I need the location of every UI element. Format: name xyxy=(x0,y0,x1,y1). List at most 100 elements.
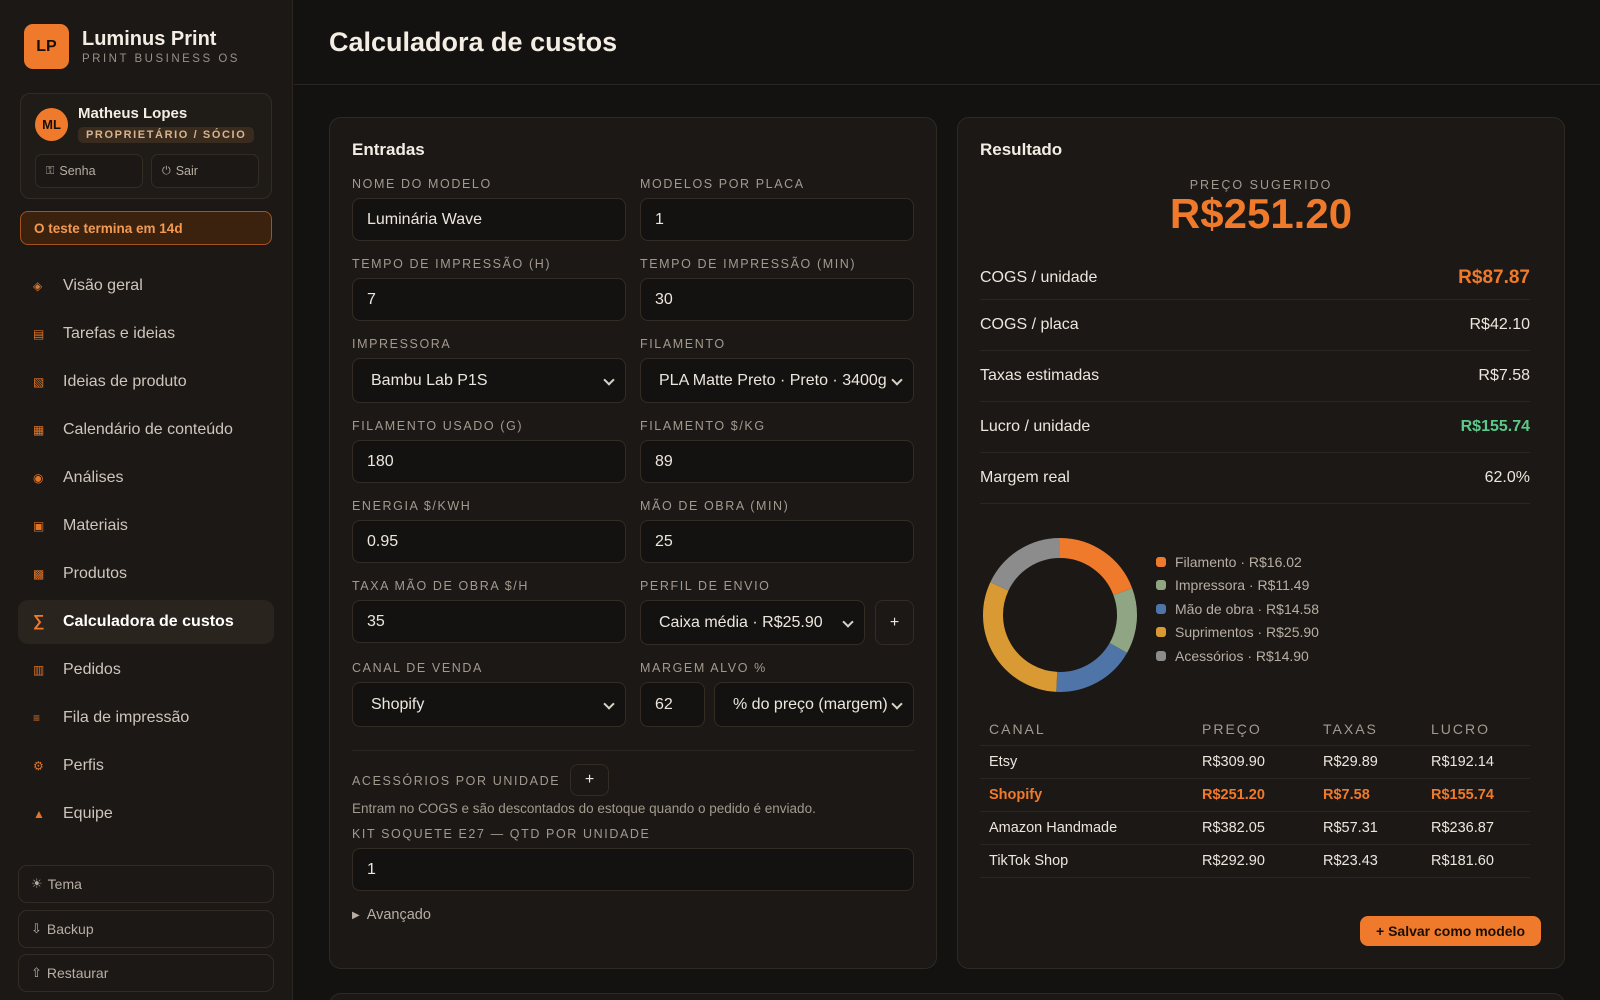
printer-select[interactable]: Bambu Lab P1S xyxy=(352,358,626,403)
brand-name: Luminus Print xyxy=(82,28,217,50)
result-row: Taxas estimadas R$7.58 xyxy=(980,351,1530,402)
add-shipping-button[interactable]: + xyxy=(875,600,914,645)
table-cell: R$7.58 xyxy=(1314,778,1422,812)
sidebar-item-tasks[interactable]: ▤ Tarefas e ideias xyxy=(18,312,274,356)
labor-min-label: MÃO DE OBRA (MIN) xyxy=(640,499,790,513)
donut-slice-impressora xyxy=(1109,588,1137,653)
page-header: Calculadora de custos xyxy=(294,0,1600,85)
queue-icon: ≡ xyxy=(33,711,41,725)
legend-item: Filamento · R$16.02 xyxy=(1156,550,1319,574)
donut-slice-filamento xyxy=(1059,538,1133,596)
labor-rate-label: TAXA MÃO DE OBRA $/H xyxy=(352,579,529,593)
target-margin-input[interactable]: 62 xyxy=(640,682,705,727)
table-cell: Etsy xyxy=(980,745,1193,779)
sidebar-item-print-queue[interactable]: ≡ Fila de impressão xyxy=(18,696,274,740)
filament-cost-label: FILAMENTO $/KG xyxy=(640,419,766,433)
margin-mode-select[interactable]: % do preço (margem) xyxy=(714,682,914,727)
model-name-input[interactable]: Luminária Wave xyxy=(352,198,626,241)
sigma-icon: ∑ xyxy=(33,613,45,630)
download-icon: ⇩ xyxy=(31,921,42,936)
team-icon: ▲ xyxy=(33,807,45,821)
theme-button[interactable]: ☀ Tema xyxy=(18,865,274,903)
legend-item: Mão de obra · R$14.58 xyxy=(1156,597,1319,621)
restore-button[interactable]: ⇧ Restaurar xyxy=(18,954,274,992)
table-header: CANAL xyxy=(980,714,1193,746)
table-cell: TikTok Shop xyxy=(980,844,1193,878)
sidebar: LP Luminus Print PRINT BUSINESS OS ML Ma… xyxy=(0,0,293,1000)
labor-rate-input[interactable]: 35 xyxy=(352,600,626,643)
sidebar-item-products[interactable]: ▩ Produtos xyxy=(18,552,274,596)
sidebar-item-cost-calculator[interactable]: ∑ Calculadora de custos xyxy=(18,600,274,644)
accessories-label: ACESSÓRIOS POR UNIDADE xyxy=(352,774,561,788)
avatar: ML xyxy=(35,108,68,141)
target-margin-label: MARGEM ALVO % xyxy=(640,661,767,675)
energy-input[interactable]: 0.95 xyxy=(352,520,626,563)
table-row: Etsy R$309.90 R$29.89 R$192.14 xyxy=(980,745,1530,779)
save-template-button[interactable]: + Salvar como modelo xyxy=(1360,916,1541,946)
sidebar-item-overview[interactable]: ◈ Visão geral xyxy=(18,264,274,308)
legend-label: Acessórios · R$14.90 xyxy=(1175,647,1309,664)
table-cell: Shopify xyxy=(980,778,1193,812)
upload-icon: ⇧ xyxy=(31,965,42,980)
table-header: PREÇO xyxy=(1193,714,1314,746)
model-name-label: NOME DO MODELO xyxy=(352,177,492,191)
accessories-hint: Entram no COGS e são descontados do esto… xyxy=(352,801,816,816)
advanced-toggle[interactable]: ▶ Avançado xyxy=(352,907,431,923)
table-cell: R$382.05 xyxy=(1193,811,1314,845)
sidebar-item-orders[interactable]: ▥ Pedidos xyxy=(18,648,274,692)
result-row: COGS / placa R$42.10 xyxy=(980,300,1530,351)
sidebar-item-analytics[interactable]: ◉ Análises xyxy=(18,456,274,500)
backup-button[interactable]: ⇩ Backup xyxy=(18,910,274,948)
sidebar-item-profiles[interactable]: ⚙ Perfis xyxy=(18,744,274,788)
chart-legend: Filamento · R$16.02 Impressora · R$11.49 M… xyxy=(1156,550,1319,668)
accessory-qty-input[interactable]: 1 xyxy=(352,848,914,891)
sidebar-item-team[interactable]: ▲ Equipe xyxy=(18,792,274,836)
fees-value: R$7.58 xyxy=(1478,367,1530,384)
page-title: Calculadora de custos xyxy=(329,27,618,57)
table-row: TikTok Shop R$292.90 R$23.43 R$181.60 xyxy=(980,844,1530,878)
filament-used-input[interactable]: 180 xyxy=(352,440,626,483)
filament-label: FILAMENTO xyxy=(640,337,726,351)
legend-swatch xyxy=(1156,603,1166,614)
table-cell: R$181.60 xyxy=(1422,844,1530,878)
legend-swatch xyxy=(1156,580,1166,591)
print-time-h-input[interactable]: 7 xyxy=(352,278,626,321)
password-button[interactable]: ⚿ Senha xyxy=(35,154,143,188)
table-row: Amazon Handmade R$382.05 R$57.31 R$236.87 xyxy=(980,811,1530,845)
legend-label: Filamento · R$16.02 xyxy=(1175,553,1302,570)
models-per-plate-label: MODELOS POR PLACA xyxy=(640,177,805,191)
sidebar-item-ideas[interactable]: ▧ Ideias de produto xyxy=(18,360,274,404)
legend-swatch xyxy=(1156,627,1166,638)
logout-button[interactable]: ⏻ Sair xyxy=(151,154,259,188)
table-header: LUCRO xyxy=(1422,714,1530,746)
print-time-h-label: TEMPO DE IMPRESSÃO (H) xyxy=(352,257,552,271)
labor-min-input[interactable]: 25 xyxy=(640,520,914,563)
lower-panel xyxy=(329,993,1565,1000)
filament-cost-input[interactable]: 89 xyxy=(640,440,914,483)
divider xyxy=(352,750,914,751)
profiles-icon: ⚙ xyxy=(33,759,44,773)
filament-select[interactable]: PLA Matte Preto · Preto · 3400g xyxy=(640,358,914,403)
donut-slice-suprimentos xyxy=(983,582,1058,692)
add-accessory-button[interactable]: + xyxy=(570,764,609,796)
inputs-panel: Entradas NOME DO MODELO Luminária Wave M… xyxy=(329,117,937,969)
table-cell: R$23.43 xyxy=(1314,844,1422,878)
sidebar-item-materials[interactable]: ▣ Materiais xyxy=(18,504,274,548)
table-cell: R$192.14 xyxy=(1422,745,1530,779)
print-time-min-input[interactable]: 30 xyxy=(640,278,914,321)
margin-value: 62.0% xyxy=(1484,469,1530,486)
table-cell: R$309.90 xyxy=(1193,745,1314,779)
sidebar-item-calendar[interactable]: ▦ Calendário de conteúdo xyxy=(18,408,274,452)
shipping-select[interactable]: Caixa média · R$25.90 xyxy=(640,600,865,645)
legend-item: Suprimentos · R$25.90 xyxy=(1156,621,1319,645)
table-cell: R$251.20 xyxy=(1193,778,1314,812)
brand[interactable]: LP Luminus Print PRINT BUSINESS OS xyxy=(24,24,240,69)
print-time-min-label: TEMPO DE IMPRESSÃO (MIN) xyxy=(640,257,857,271)
cost-donut-chart xyxy=(983,538,1137,692)
sidebar-nav: ◈ Visão geral ▤ Tarefas e ideias ▧ Ideias d… xyxy=(18,264,274,840)
analytics-icon: ◉ xyxy=(33,471,44,485)
models-per-plate-input[interactable]: 1 xyxy=(640,198,914,241)
channel-select[interactable]: Shopify xyxy=(352,682,626,727)
channel-label: CANAL DE VENDA xyxy=(352,661,483,675)
legend-item: Acessórios · R$14.90 xyxy=(1156,644,1319,668)
